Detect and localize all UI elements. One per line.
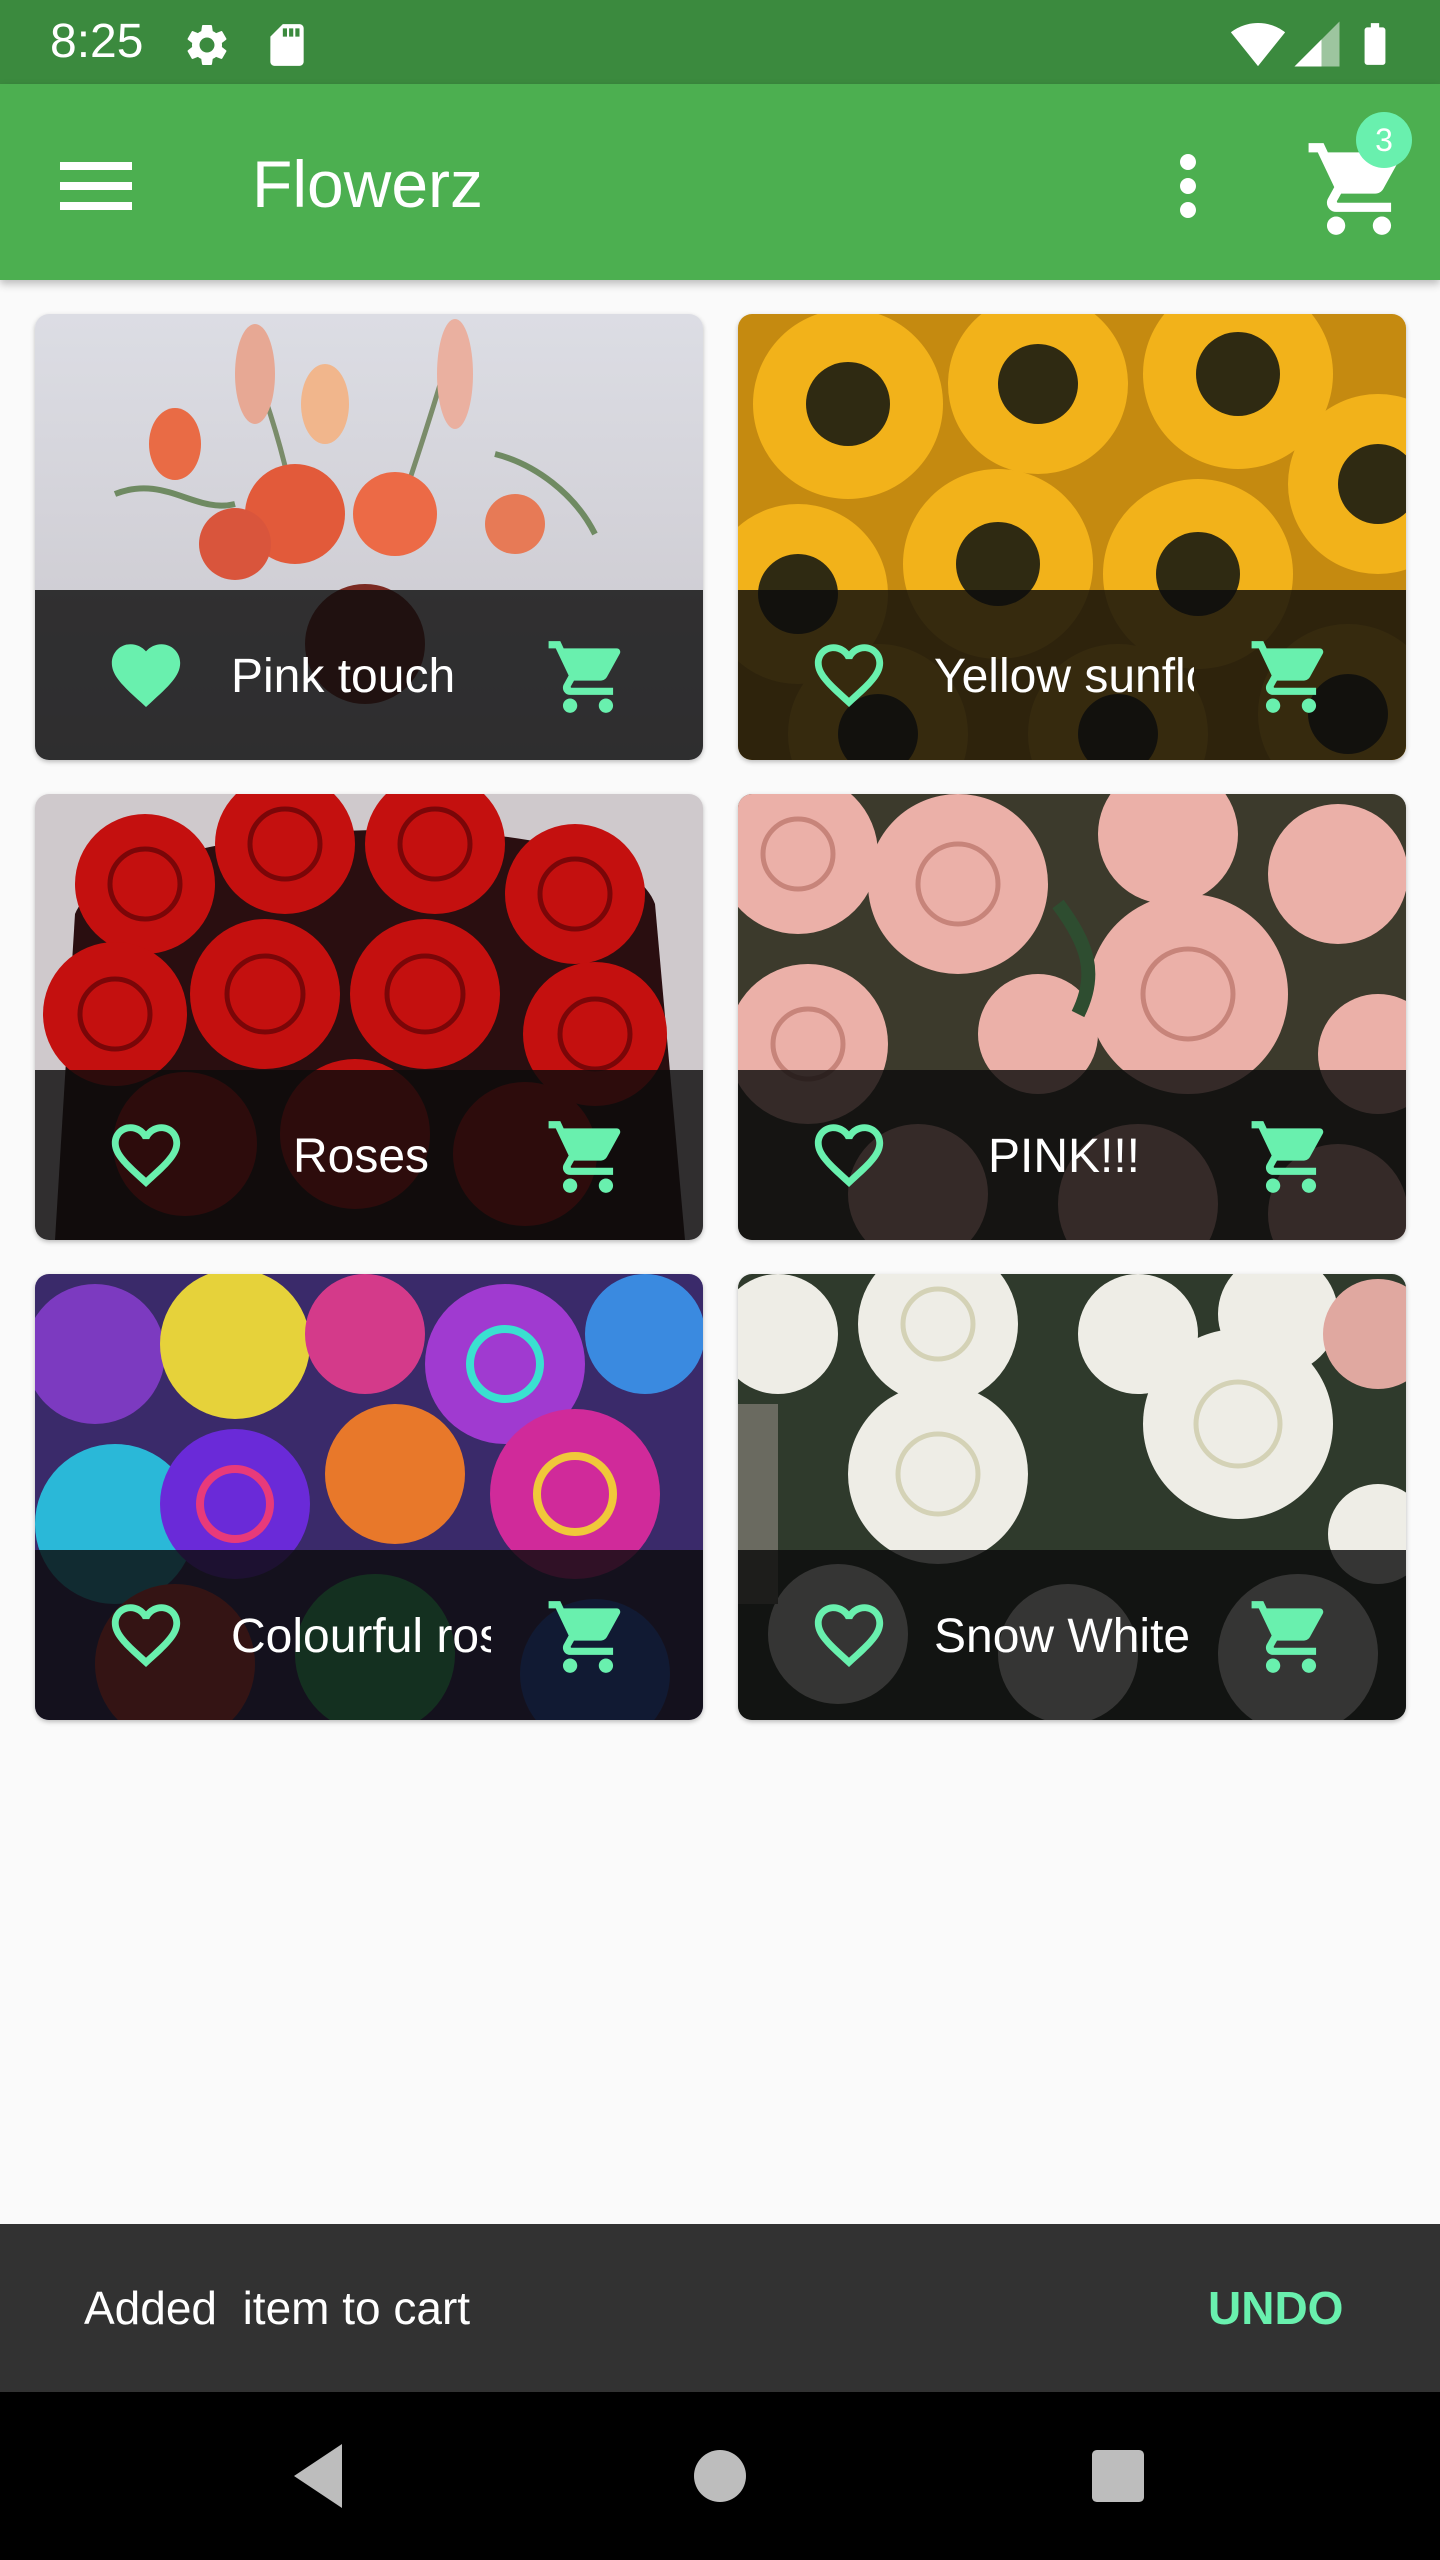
recents-button[interactable] [1070,2428,1166,2524]
home-button[interactable] [672,2428,768,2524]
heart-outline-icon [814,644,884,707]
cart-icon [548,1601,621,1673]
product-card[interactable]: Roses [35,794,703,1240]
card-footer: Snow White [738,1550,1406,1720]
app-title: Flowerz [252,147,484,221]
signal-icon [1294,21,1340,67]
add-to-cart-button[interactable] [545,1594,631,1680]
battery-icon [1364,23,1386,65]
sd-card-icon [270,24,304,66]
favorite-button[interactable] [808,634,890,716]
product-card[interactable]: PINK!!! [738,794,1406,1240]
cart-icon [1251,1601,1324,1673]
system-nav-bar [0,2392,1440,2560]
wifi-icon [1230,23,1286,67]
add-to-cart-button[interactable] [1248,1114,1334,1200]
cart-icon [1251,641,1324,713]
favorite-button[interactable] [808,1114,890,1196]
heart-outline-icon [111,1124,181,1187]
heart-outline-icon [111,1604,181,1667]
heart-filled-icon [111,644,181,707]
undo-button[interactable]: UNDO [1208,2276,1343,2340]
product-card[interactable]: Colourful roses [35,1274,703,1720]
menu-icon [60,162,132,210]
product-name: Roses [292,1130,430,1183]
card-footer: Colourful roses [35,1550,703,1720]
card-footer: Pink touch [35,590,703,760]
favorite-button[interactable] [105,634,187,716]
status-time: 8:25 [50,15,144,68]
cart-icon [548,641,621,713]
product-name: Yellow sunflowers [934,650,1194,703]
status-bar: 8:25 [0,0,1440,84]
add-to-cart-button[interactable] [545,634,631,720]
favorite-button[interactable] [105,1594,187,1676]
card-footer: Yellow sunflowers [738,590,1406,760]
add-to-cart-button[interactable] [1248,634,1334,720]
more-vert-icon [1180,154,1196,218]
home-icon [694,2450,746,2502]
product-name: Pink touch [231,650,456,703]
more-options-button[interactable] [1140,138,1236,234]
app-screen: 8:25 Flowerz 3 Pink touch Yellow sunfl R… [0,0,1440,2560]
settings-icon [187,24,227,65]
product-card[interactable]: Yellow sunflowers [738,314,1406,760]
cart-icon [1251,1121,1324,1193]
product-name: Colourful roses [231,1610,491,1663]
card-footer: PINK!!! [738,1070,1406,1240]
favorite-button[interactable] [808,1594,890,1676]
product-name: Snow White [934,1610,1191,1663]
product-card[interactable]: Snow White [738,1274,1406,1720]
favorite-button[interactable] [105,1114,187,1196]
menu-button[interactable] [48,138,144,234]
snackbar: Added item to cart UNDO [0,2224,1440,2392]
card-footer: Roses [35,1070,703,1240]
add-to-cart-button[interactable] [1248,1594,1334,1680]
product-name: PINK!!! [987,1130,1141,1183]
app-bar: Flowerz 3 [0,84,1440,280]
heart-outline-icon [814,1124,884,1187]
back-button[interactable] [270,2428,366,2524]
back-icon [294,2444,342,2508]
snackbar-message: Added item to cart [84,2282,471,2334]
add-to-cart-button[interactable] [545,1114,631,1200]
cart-icon [548,1121,621,1193]
recents-icon [1092,2450,1144,2502]
cart-count-badge: 3 [1356,112,1412,168]
heart-outline-icon [814,1604,884,1667]
product-card[interactable]: Pink touch [35,314,703,760]
